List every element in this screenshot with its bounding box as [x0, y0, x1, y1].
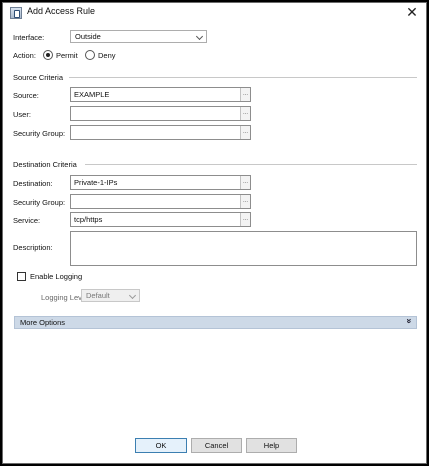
- destination-browse-button[interactable]: ...: [240, 176, 250, 189]
- permit-radio[interactable]: [43, 50, 53, 60]
- user-field[interactable]: ...: [70, 106, 251, 121]
- asdm-app-icon: [10, 7, 22, 19]
- source-security-group-label: Security Group:: [13, 129, 66, 138]
- logging-level-select[interactable]: Default: [81, 289, 140, 302]
- ok-button[interactable]: OK: [135, 438, 187, 453]
- window-title: Add Access Rule: [27, 6, 96, 16]
- interface-label: Interface:: [13, 33, 45, 42]
- destination-label: Destination:: [13, 179, 53, 188]
- title-bar: Add Access Rule ✕: [3, 3, 426, 23]
- deny-label: Deny: [98, 51, 116, 60]
- description-textarea[interactable]: [70, 231, 417, 266]
- more-options-bar[interactable]: More Options »: [14, 316, 417, 329]
- close-button[interactable]: ✕: [405, 4, 419, 20]
- action-label: Action:: [13, 51, 36, 60]
- destination-security-group-label: Security Group:: [13, 198, 66, 207]
- more-options-label: More Options: [20, 318, 66, 327]
- service-value: tcp/https: [74, 215, 103, 224]
- source-security-group-browse-button[interactable]: ...: [240, 126, 250, 139]
- enable-logging-label: Enable Logging: [30, 272, 83, 281]
- user-label: User:: [13, 110, 31, 119]
- permit-label: Permit: [56, 51, 78, 60]
- enable-logging-checkbox[interactable]: [17, 272, 26, 281]
- destination-field[interactable]: Private-1-IPs ...: [70, 175, 251, 190]
- source-field[interactable]: EXAMPLE ...: [70, 87, 251, 102]
- destination-security-group-browse-button[interactable]: ...: [240, 195, 250, 208]
- source-security-group-field[interactable]: ...: [70, 125, 251, 140]
- source-criteria-heading: Source Criteria: [13, 73, 64, 82]
- double-chevron-down-icon: »: [404, 318, 415, 324]
- help-button[interactable]: Help: [246, 438, 297, 453]
- service-field[interactable]: tcp/https ...: [70, 212, 251, 227]
- chevron-down-icon: [195, 32, 204, 41]
- cancel-button[interactable]: Cancel: [191, 438, 242, 453]
- source-criteria-divider: [69, 77, 417, 78]
- user-browse-button[interactable]: ...: [240, 107, 250, 120]
- destination-security-group-field[interactable]: ...: [70, 194, 251, 209]
- chevron-down-icon: [128, 291, 137, 300]
- source-value: EXAMPLE: [74, 90, 110, 99]
- destination-criteria-divider: [85, 164, 417, 165]
- destination-criteria-heading: Destination Criteria: [13, 160, 77, 169]
- add-access-rule-dialog: Add Access Rule ✕ Interface: Outside Act…: [2, 2, 427, 464]
- source-label: Source:: [13, 91, 39, 100]
- logging-level-value: Default: [86, 291, 110, 300]
- source-browse-button[interactable]: ...: [240, 88, 250, 101]
- service-browse-button[interactable]: ...: [240, 213, 250, 226]
- interface-value: Outside: [75, 32, 101, 41]
- destination-value: Private-1-IPs: [74, 178, 118, 187]
- description-label: Description:: [13, 243, 53, 252]
- interface-select[interactable]: Outside: [70, 30, 207, 43]
- service-label: Service:: [13, 216, 41, 225]
- deny-radio[interactable]: [85, 50, 95, 60]
